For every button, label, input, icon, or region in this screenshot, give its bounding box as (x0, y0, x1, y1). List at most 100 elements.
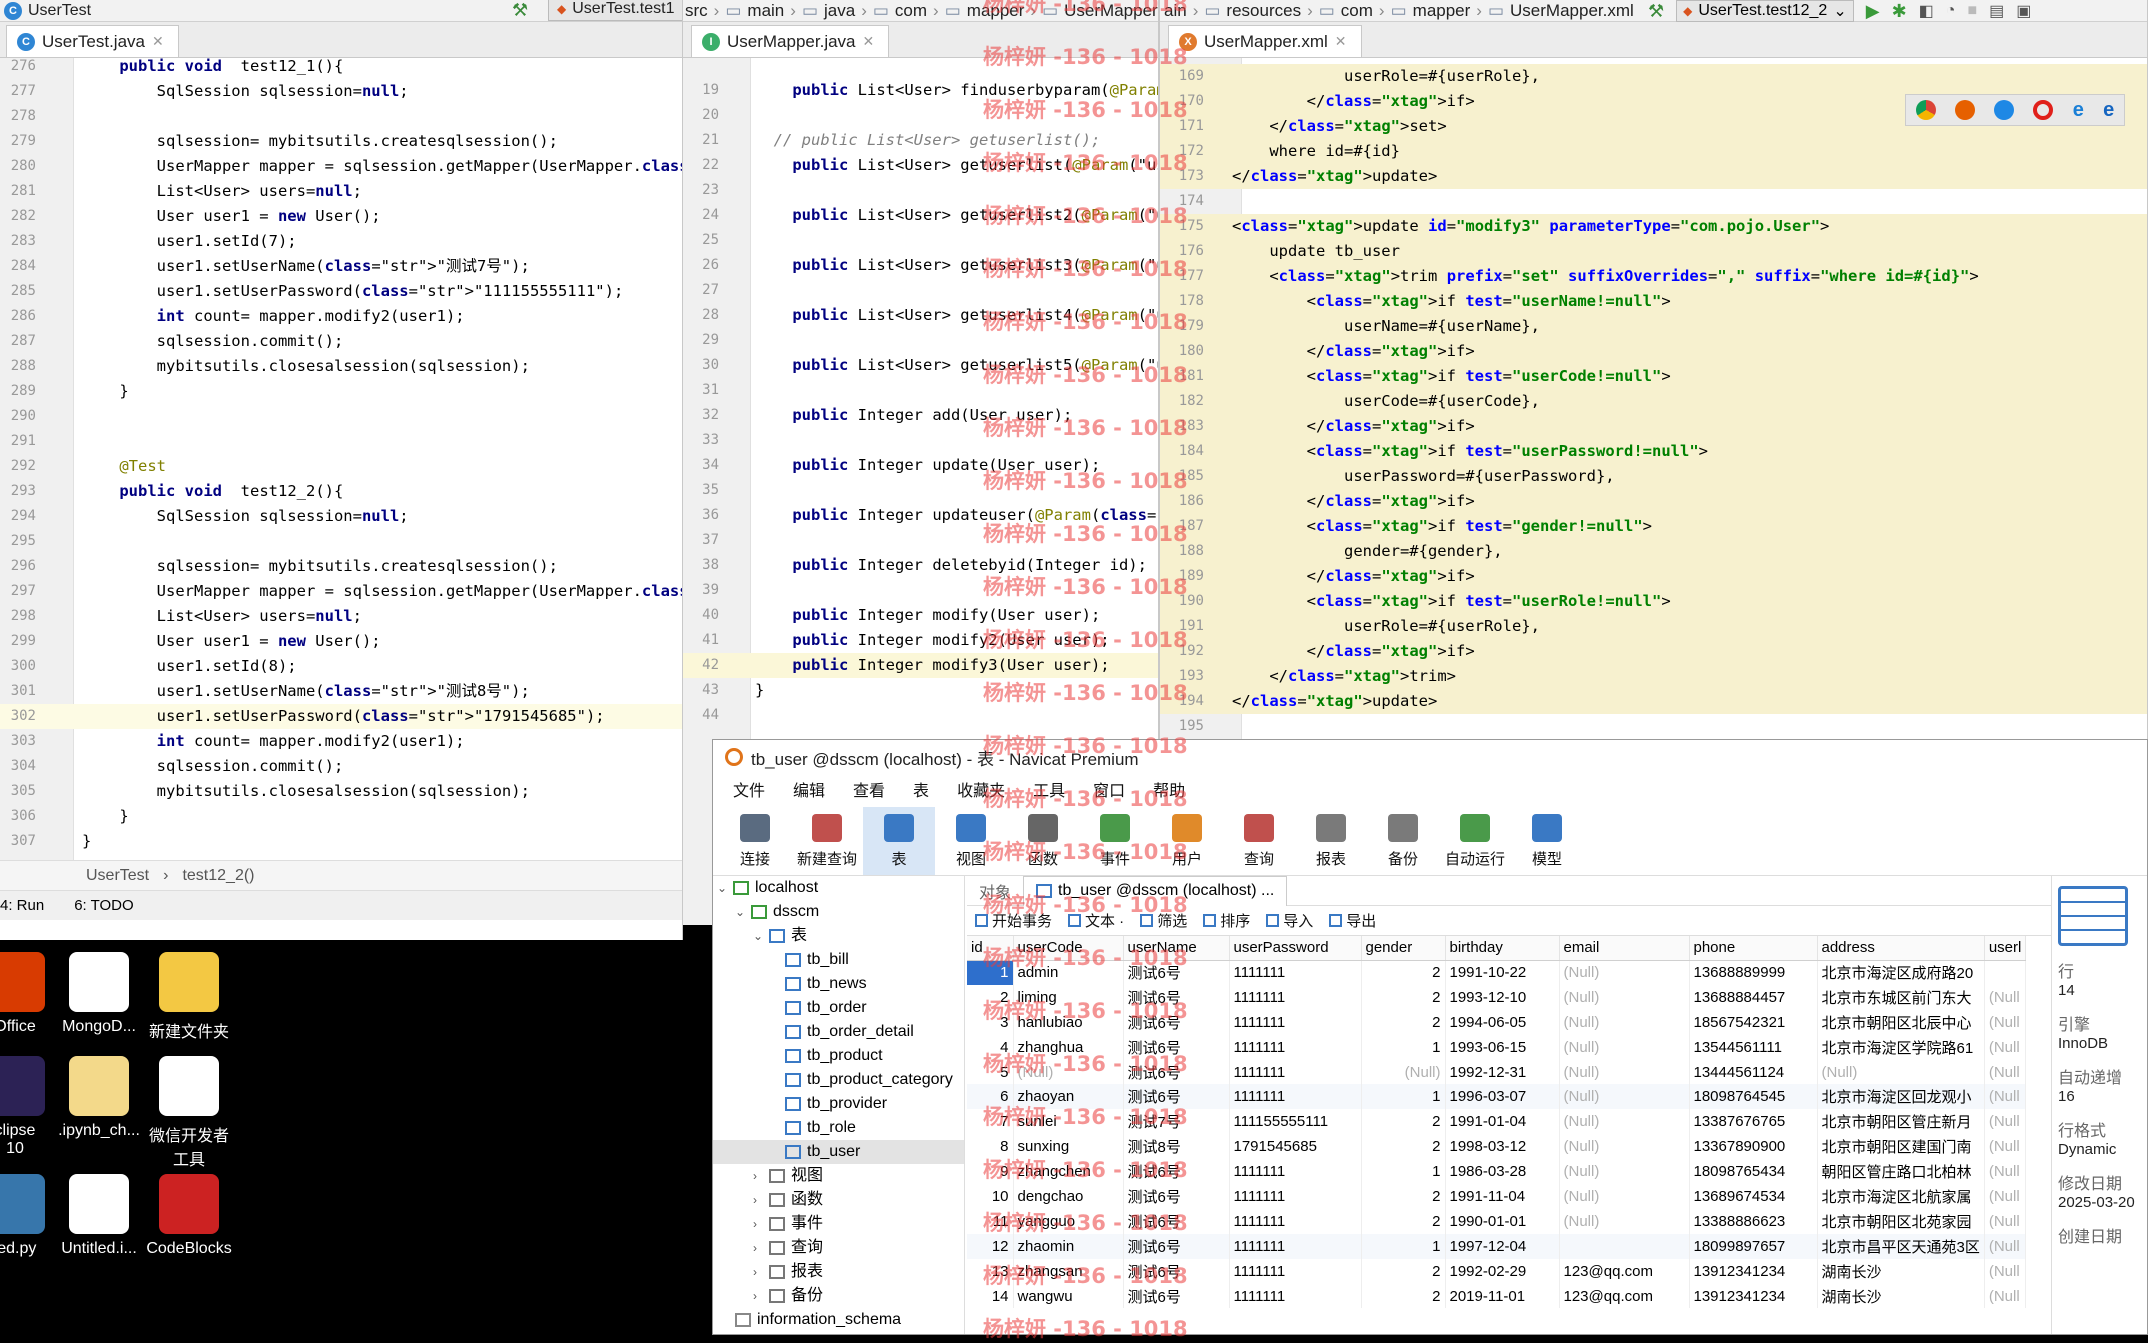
code-line[interactable]: 184 <class="xtag">if test="userPassword!… (1160, 439, 2147, 464)
table-row[interactable]: 5 (Null) 测试6号 1111111 (Null) 1992-12-31 (Null)… (967, 1059, 2027, 1085)
code-line[interactable]: 37 (683, 528, 1158, 553)
tree-item[interactable]: › 报表 (713, 1260, 964, 1284)
tree-item[interactable]: tb_role (713, 1116, 964, 1140)
table-cell[interactable]: (Null) (1817, 1059, 1985, 1085)
table-cell[interactable]: (Null (1984, 1134, 2027, 1160)
table-cell[interactable]: 1992-02-29 (1445, 1258, 1560, 1284)
table-row[interactable]: 10 dengchao 测试6号 1111111 2 1991-11-04 (Null) 13… (967, 1184, 2027, 1209)
table-cell[interactable]: 2019-11-01 (1445, 1283, 1560, 1309)
toolbar-button[interactable]: 模型 (1511, 807, 1583, 875)
code-line[interactable]: 34 public Integer update(User user); (683, 453, 1158, 478)
table-row[interactable]: 4 zhanghua 测试6号 1111111 1 1993-06-15 (Null) 135… (967, 1034, 2027, 1060)
table-cell[interactable]: 测试6号 (1123, 1009, 1230, 1035)
table-cell[interactable]: 1 (1361, 1034, 1446, 1060)
code-line[interactable]: 33 (683, 428, 1158, 453)
table-cell[interactable]: 14 (967, 1283, 1014, 1309)
code-line[interactable]: 185 userPassword=#{userPassword}, (1160, 464, 2147, 489)
table-cell[interactable]: 2 (1361, 1009, 1446, 1035)
code-line[interactable]: 191 userRole=#{userRole}, (1160, 614, 2147, 639)
table-cell[interactable]: 北京市海淀区成府路20 (1817, 960, 1985, 985)
project-structure-icon[interactable]: ▤ (1989, 1, 2004, 21)
close-icon[interactable]: ✕ (1335, 33, 1347, 50)
breadcrumb-item[interactable]: java (824, 1, 855, 21)
table-cell[interactable]: 测试6号 (1123, 1034, 1230, 1060)
table-cell[interactable]: 2 (1361, 1109, 1446, 1135)
table-cell[interactable]: 1111111 (1229, 1009, 1362, 1035)
code-line[interactable]: 19 public List<User> finduserbyparam(@Pa… (683, 78, 1158, 103)
table-cell[interactable]: 13367890900 (1689, 1134, 1818, 1160)
table-cell[interactable]: 1996-03-07 (1445, 1084, 1560, 1110)
table-cell[interactable]: admin (1013, 960, 1124, 985)
table-cell[interactable]: 1 (1361, 1233, 1446, 1259)
run-config-dropdown[interactable]: ◆ UserTest.test12_2 ⌄ (1676, 0, 1854, 22)
code-line[interactable]: 286 int count= mapper.modify2(user1); (0, 304, 682, 329)
table-cell[interactable]: 测试6号 (1123, 1258, 1230, 1284)
code-line[interactable]: 180 </class="xtag">if> (1160, 339, 2147, 364)
menu-item[interactable]: 查看 (839, 777, 899, 801)
breadcrumb-item[interactable]: mapper (967, 1, 1025, 21)
table-row[interactable]: 11 yangguo 测试6号 1111111 2 1990-01-01 (Null) 133… (967, 1208, 2027, 1234)
todo-tool-button[interactable]: 6: TODO (74, 897, 133, 914)
table-cell[interactable]: 2 (1361, 1283, 1446, 1309)
code-line[interactable]: 24 public List<User> getuserlist2(@Param… (683, 203, 1158, 228)
code-line[interactable]: 172 where id=#{id} (1160, 139, 2147, 164)
table-cell[interactable]: 湖南长沙 (1817, 1283, 1985, 1309)
column-header[interactable]: userName (1123, 936, 1230, 961)
table-cell[interactable]: zhanghua (1013, 1034, 1124, 1060)
table-cell[interactable]: 1 (1361, 1084, 1446, 1110)
code-line[interactable]: 296 sqlsession= mybitsutils.createsqlses… (0, 554, 682, 579)
column-header[interactable]: userl (1984, 936, 2027, 961)
code-line[interactable]: 307} (0, 829, 682, 854)
table-cell[interactable]: 测试6号 (1123, 1184, 1230, 1209)
toolbar-button[interactable]: 报表 (1295, 807, 1367, 875)
breadcrumb-item[interactable]: main (747, 1, 784, 21)
desktop-icon[interactable]: 新建文件夹 (134, 952, 244, 1042)
toolbar-button[interactable]: 备份 (1367, 807, 1439, 875)
tree-item[interactable]: ⌄ localhost (713, 876, 964, 900)
table-cell[interactable]: 测试6号 (1123, 1208, 1230, 1234)
table-cell[interactable]: 1993-12-10 (1445, 984, 1560, 1010)
code-line[interactable]: 300 user1.setId(8); (0, 654, 682, 679)
chevron-right-icon[interactable]: › (753, 1284, 769, 1308)
code-line[interactable]: 277 SqlSession sqlsession=null; (0, 79, 682, 104)
table-cell[interactable]: 1111111 (1229, 1283, 1362, 1309)
code-line[interactable]: 169 userRole=#{userRole}, (1160, 64, 2147, 89)
code-line[interactable]: 188 gender=#{gender}, (1160, 539, 2147, 564)
table-cell[interactable]: 13544561111 (1689, 1034, 1818, 1060)
table-cell[interactable]: 测试7号 (1123, 1109, 1230, 1135)
table-cell[interactable]: (Null (1984, 1109, 2027, 1135)
desktop-icon[interactable]: CodeBlocks (134, 1174, 244, 1258)
code-line[interactable]: 35 (683, 478, 1158, 503)
table-row[interactable]: 9 zhangchen 测试6号 1111111 1 1986-03-28 (Null) 18… (967, 1159, 2027, 1185)
table-cell[interactable]: 测试6号 (1123, 1233, 1230, 1259)
code-line[interactable]: 305 mybitsutils.closesalsession(sqlsessi… (0, 779, 682, 804)
column-header[interactable]: phone (1689, 936, 1818, 961)
table-cell[interactable]: 13688884457 (1689, 984, 1818, 1010)
table-cell[interactable]: 18098765434 (1689, 1159, 1818, 1185)
table-cell[interactable]: 13912341234 (1689, 1283, 1818, 1309)
table-cell[interactable]: hanlubiao (1013, 1009, 1124, 1035)
tab-usermapper-java[interactable]: I UserMapper.java ✕ (691, 25, 890, 57)
table-row[interactable]: 2 liming 测试6号 1111111 2 1993-12-10 (Null) 13688… (967, 984, 2027, 1010)
code-line[interactable]: 42 public Integer modify3(User user); (683, 653, 1158, 678)
code-line[interactable]: 279 sqlsession= mybitsutils.createsqlses… (0, 129, 682, 154)
grid-tool-button[interactable]: 文本 · (1068, 910, 1124, 931)
table-cell[interactable]: (Null) (1559, 960, 1690, 985)
code-line[interactable]: 41 public Integer modify2(User user); (683, 628, 1158, 653)
table-cell[interactable]: (Null) (1559, 1109, 1690, 1135)
table-cell[interactable]: 123@qq.com (1559, 1258, 1690, 1284)
table-cell[interactable]: dengchao (1013, 1184, 1124, 1209)
table-cell[interactable]: (Null) (1559, 1134, 1690, 1160)
table-cell[interactable]: 1990-01-01 (1445, 1208, 1560, 1234)
code-line[interactable]: 43} (683, 678, 1158, 703)
tree-item[interactable]: ⌄ dsscm (713, 900, 964, 924)
table-cell[interactable]: (Null (1984, 984, 2027, 1010)
table-row[interactable]: 12 zhaomin 测试6号 1111111 1 1997-12-04 180998976… (967, 1233, 2027, 1259)
chevron-right-icon[interactable]: › (753, 1212, 769, 1236)
table-cell[interactable]: (Null) (1559, 984, 1690, 1010)
table-cell[interactable]: 1111111 (1229, 1208, 1362, 1234)
code-line[interactable]: 29 (683, 328, 1158, 353)
tab-usertest-java[interactable]: C UserTest.java ✕ (6, 25, 179, 57)
profile-icon[interactable]: ◔ (1946, 2, 1956, 20)
run-icon[interactable]: ▶ (1866, 1, 1880, 22)
